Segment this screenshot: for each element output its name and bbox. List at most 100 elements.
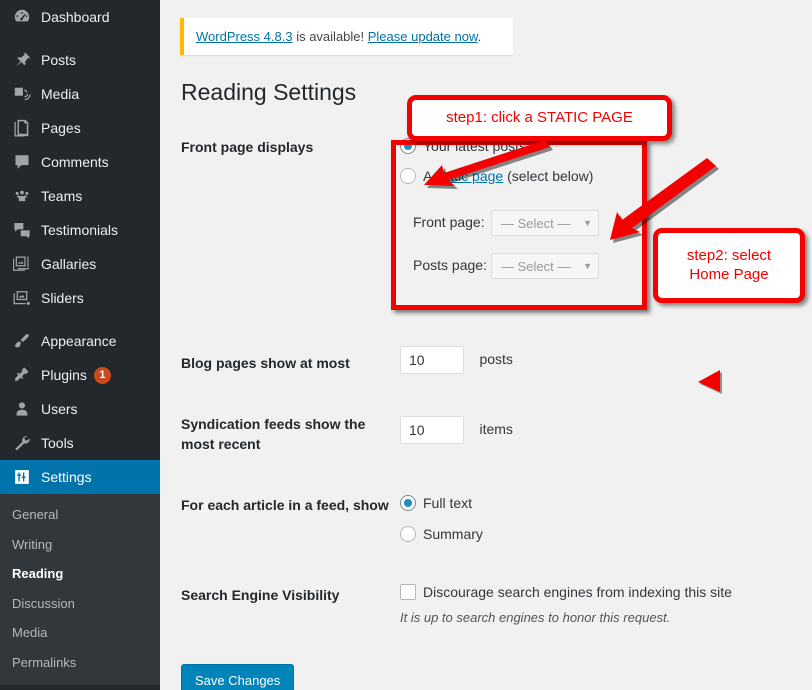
plug-icon	[12, 365, 32, 385]
front-page-select-value: — Select —	[501, 216, 570, 231]
sidebar-item-settings[interactable]: Settings	[0, 460, 160, 494]
front-page-select-label: Front page:	[413, 214, 491, 230]
option-full-text-label: Full text	[423, 495, 472, 511]
option-static-suffix: (select below)	[503, 168, 593, 184]
settings-icon	[12, 467, 32, 487]
option-latest-posts[interactable]: Your latest posts	[400, 138, 800, 154]
syndication-label: Syndication feeds show the most recent	[181, 414, 381, 455]
pin-icon	[12, 50, 32, 70]
sidebar-item-tools[interactable]: Tools	[0, 426, 160, 460]
option-summary[interactable]: Summary	[400, 526, 483, 542]
radio-static-page[interactable]	[400, 168, 416, 184]
static-page-link[interactable]: static page	[435, 168, 503, 184]
sidebar-item-label: Users	[41, 402, 78, 416]
syndication-unit: items	[479, 421, 512, 437]
syndication-input[interactable]	[400, 416, 464, 444]
update-now-link[interactable]: Please update now	[368, 29, 478, 44]
discourage-search-engines-label: Discourage search engines from indexing …	[423, 584, 732, 600]
save-changes-button[interactable]: Save Changes	[181, 664, 294, 690]
wrench-icon	[12, 433, 32, 453]
sidebar-item-teams[interactable]: Teams	[0, 179, 160, 213]
front-page-select[interactable]: — Select — ▼	[491, 210, 599, 236]
sidebar-item-testimonials[interactable]: Testimonials	[0, 213, 160, 247]
gallery-icon	[12, 254, 32, 274]
media-icon	[12, 84, 32, 104]
sidebar-item-pages[interactable]: Pages	[0, 111, 160, 145]
dashboard-icon	[12, 7, 32, 27]
blog-pages-input[interactable]	[400, 346, 464, 374]
search-visibility-field-cell: Discourage search engines from indexing …	[400, 584, 800, 625]
sidebar-item-users[interactable]: Users	[0, 392, 160, 426]
checkbox-discourage-search-engines[interactable]	[400, 584, 416, 600]
chevron-down-icon: ▼	[583, 218, 592, 228]
sidebar-item-posts[interactable]: Posts	[0, 43, 160, 77]
sidebar-item-media[interactable]: Media	[0, 77, 160, 111]
search-visibility-hint: It is up to search engines to honor this…	[400, 610, 800, 625]
chevron-down-icon: ▼	[583, 261, 592, 271]
posts-page-select[interactable]: — Select — ▼	[491, 253, 599, 279]
submenu-item-writing[interactable]: Writing	[0, 530, 160, 560]
option-latest-posts-label: Your latest posts	[423, 138, 526, 154]
search-visibility-label-cell: Search Engine Visibility	[181, 585, 401, 605]
admin-sidebar: Dashboard Posts Media Pages Comments Teams Tes…	[0, 0, 160, 690]
sidebar-item-gallaries[interactable]: Gallaries	[0, 247, 160, 281]
option-static-page[interactable]: A static page (select below)	[400, 168, 800, 184]
groups-icon	[12, 186, 32, 206]
submenu-item-general[interactable]: General	[0, 500, 160, 530]
update-notice: WordPress 4.8.3 is available! Please upd…	[180, 18, 513, 55]
sidebar-item-label: Media	[41, 87, 79, 101]
sidebar-item-appearance[interactable]: Appearance	[0, 324, 160, 358]
page-title: Reading Settings	[181, 78, 356, 107]
option-full-text[interactable]: Full text	[400, 495, 483, 511]
pages-icon	[12, 118, 32, 138]
notice-middle-text: is available!	[293, 29, 368, 44]
submenu-item-permalinks[interactable]: Permalinks	[0, 648, 160, 678]
sidebar-item-label: Tools	[41, 436, 74, 450]
syndication-field-cell: items	[400, 416, 513, 444]
posts-page-select-row: Posts page: — Select — ▼	[400, 253, 800, 279]
sidebar-item-label: Sliders	[41, 291, 84, 305]
sidebar-item-label: Comments	[41, 155, 109, 169]
radio-latest-posts[interactable]	[400, 138, 416, 154]
option-static-prefix: A	[423, 168, 435, 184]
blog-pages-unit: posts	[479, 351, 512, 367]
sidebar-item-label: Gallaries	[41, 257, 96, 271]
sidebar-item-label: Pages	[41, 121, 81, 135]
blog-pages-label-cell: Blog pages show at most	[181, 353, 391, 373]
sidebar-item-sliders[interactable]: Sliders	[0, 281, 160, 315]
sidebar-item-label: Teams	[41, 189, 82, 203]
slider-icon	[12, 288, 32, 308]
sidebar-item-label: Appearance	[41, 334, 117, 348]
sidebar-item-dashboard[interactable]: Dashboard	[0, 0, 160, 34]
radio-summary[interactable]	[400, 526, 416, 542]
sidebar-item-comments[interactable]: Comments	[0, 145, 160, 179]
blog-pages-label: Blog pages show at most	[181, 353, 391, 373]
wordpress-version-link[interactable]: WordPress 4.8.3	[196, 29, 293, 44]
posts-page-select-value: — Select —	[501, 259, 570, 274]
plugins-update-badge: 1	[94, 367, 111, 384]
sidebar-item-label: Settings	[41, 470, 92, 484]
wordpress-admin-screen: Dashboard Posts Media Pages Comments Teams Tes…	[0, 0, 812, 690]
discourage-search-engines-option[interactable]: Discourage search engines from indexing …	[400, 584, 800, 600]
option-summary-label: Summary	[423, 526, 483, 542]
comment-icon	[12, 152, 32, 172]
submenu-item-reading[interactable]: Reading	[0, 559, 160, 589]
blog-pages-field-cell: posts	[400, 346, 513, 374]
brush-icon	[12, 331, 32, 351]
sidebar-item-label: Dashboard	[41, 10, 110, 24]
submenu-item-discussion[interactable]: Discussion	[0, 589, 160, 619]
admin-menu: Dashboard Posts Media Pages Comments Teams Tes…	[0, 0, 160, 494]
submenu-item-media[interactable]: Media	[0, 618, 160, 648]
front-page-options: Your latest posts A static page (select …	[400, 138, 800, 279]
sidebar-item-label: Plugins	[41, 368, 87, 382]
sidebar-item-label: Posts	[41, 53, 76, 67]
feed-article-label: For each article in a feed, show	[181, 495, 401, 515]
sidebar-item-label: Testimonials	[41, 223, 118, 237]
radio-full-text[interactable]	[400, 495, 416, 511]
sidebar-item-plugins[interactable]: Plugins 1	[0, 358, 160, 392]
notice-trailing-text: .	[478, 29, 482, 44]
posts-page-select-label: Posts page:	[413, 257, 491, 273]
user-icon	[12, 399, 32, 419]
settings-submenu: GeneralWritingReadingDiscussionMediaPerm…	[0, 494, 160, 685]
feed-article-options: Full text Summary	[400, 495, 483, 542]
